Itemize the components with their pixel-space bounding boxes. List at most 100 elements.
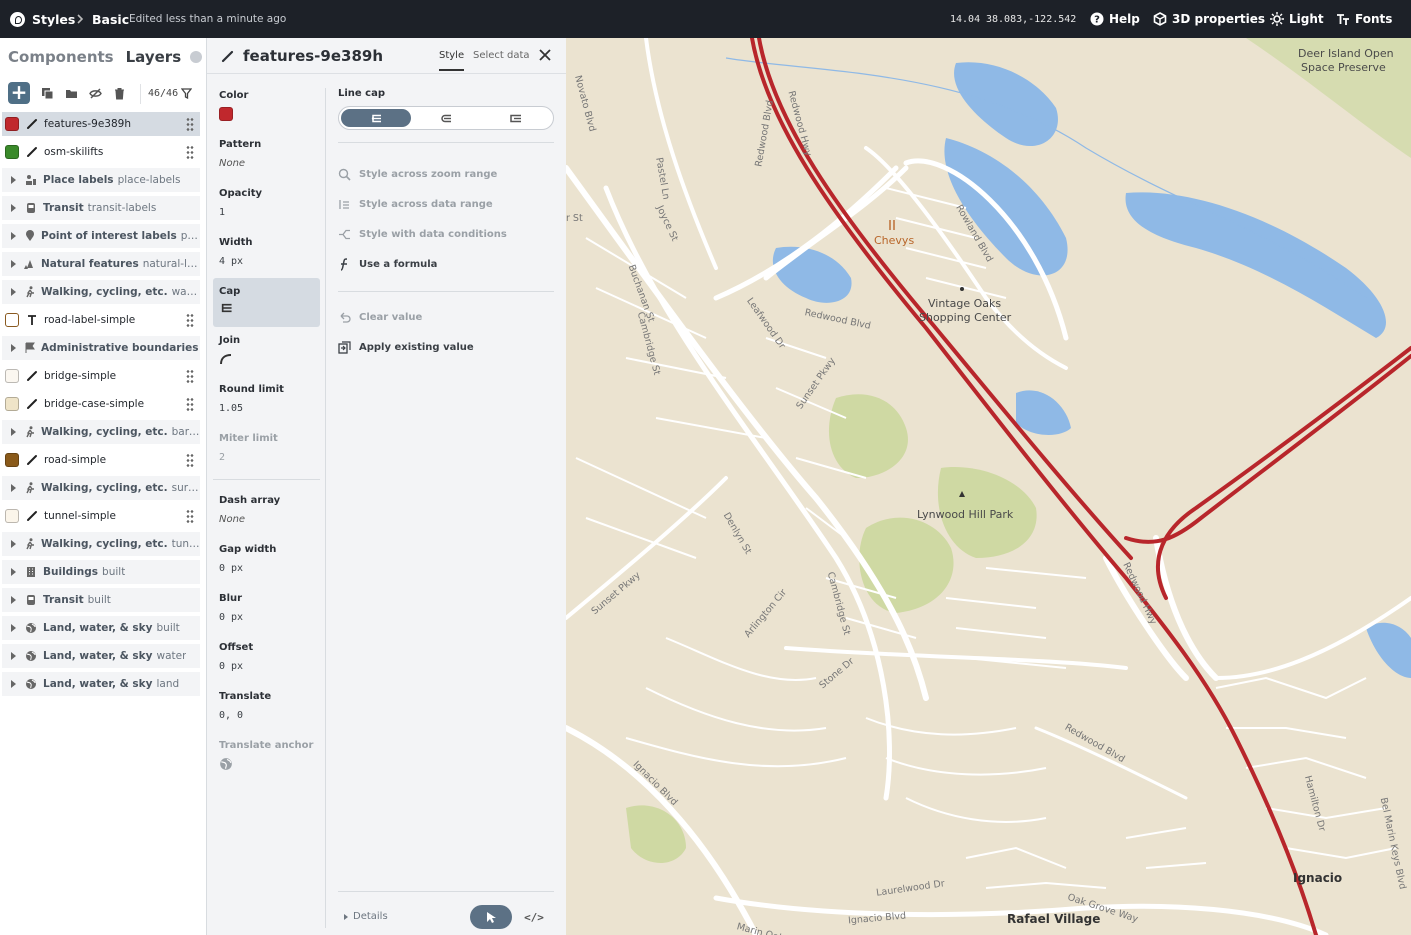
group-layers-button[interactable] <box>60 82 82 104</box>
property-gap-width[interactable]: Gap width 0 px <box>213 536 320 585</box>
action-use-a-formula[interactable]: Use a formula <box>338 249 554 279</box>
layer-group[interactable]: Walking, cycling, etc.tunnels <box>2 532 200 556</box>
style-name[interactable]: Basic <box>92 0 129 38</box>
drag-handle-icon[interactable] <box>186 397 194 411</box>
property-offset[interactable]: Offset 0 px <box>213 634 320 683</box>
layer-item[interactable]: bridge-simple <box>2 364 200 388</box>
drag-handle-icon[interactable] <box>186 145 194 159</box>
property-color[interactable]: Color <box>213 82 320 131</box>
layer-group[interactable]: Transit built <box>2 588 200 612</box>
duplicate-layer-button[interactable] <box>36 82 58 104</box>
mall-marker-icon <box>960 287 964 291</box>
style-actions: Style across zoom range Style across data… <box>338 159 554 279</box>
layer-group[interactable]: Land, water, & sky built <box>2 616 200 640</box>
layer-group[interactable]: Buildings built <box>2 560 200 584</box>
expand-triangle-icon[interactable] <box>11 568 16 576</box>
fonts-button[interactable]: Fonts <box>1336 0 1392 38</box>
expand-triangle-icon[interactable] <box>11 288 16 296</box>
property-join[interactable]: Join <box>213 327 320 376</box>
line-icon <box>25 369 39 383</box>
action-apply-existing-value[interactable]: Apply existing value <box>338 332 554 362</box>
tab-style[interactable]: Style <box>439 50 465 71</box>
add-layer-button[interactable]: + <box>8 82 30 104</box>
help-button[interactable]: ? Help <box>1090 0 1140 38</box>
cursor-icon <box>487 911 496 923</box>
property-dash-array[interactable]: Dash array None <box>213 487 320 536</box>
layer-group[interactable]: Walking, cycling, etc.walking-cycling-la… <box>2 280 200 304</box>
layer-group[interactable]: Land, water, & sky water <box>2 644 200 668</box>
details-toggle[interactable]: Details <box>344 911 388 922</box>
layer-item[interactable]: features-9e389h <box>2 112 200 136</box>
layer-group[interactable]: Natural featuresnatural-labels <box>2 252 200 276</box>
delete-layer-button[interactable] <box>108 82 130 104</box>
group-source: natural-labels <box>142 258 200 270</box>
expand-triangle-icon[interactable] <box>11 652 16 660</box>
property-blur[interactable]: Blur 0 px <box>213 585 320 634</box>
cap-square-option[interactable] <box>481 109 551 127</box>
styles-home-link[interactable]: Styles <box>10 0 75 38</box>
park-area <box>828 394 908 478</box>
layer-item[interactable]: road-simple <box>2 448 200 472</box>
property-cap[interactable]: Cap <box>213 278 320 327</box>
expand-triangle-icon[interactable] <box>11 680 16 688</box>
layer-item[interactable]: tunnel-simple <box>2 504 200 528</box>
light-button[interactable]: Light <box>1270 0 1324 38</box>
layer-item[interactable]: road-label-simple <box>2 308 200 332</box>
cap-round-option[interactable] <box>411 109 481 127</box>
undo-icon <box>338 311 359 324</box>
expand-triangle-icon[interactable] <box>11 624 16 632</box>
property-width[interactable]: Width 4 px <box>213 229 320 278</box>
code-view-button[interactable]: </> <box>520 905 548 929</box>
layer-item[interactable]: osm-skilifts <box>2 140 200 164</box>
property-pattern[interactable]: Pattern None <box>213 131 320 180</box>
property-translate[interactable]: Translate 0, 0 <box>213 683 320 732</box>
layer-group[interactable]: Land, water, & sky land <box>2 672 200 696</box>
cap-butt-option[interactable] <box>341 109 411 127</box>
color-swatch[interactable] <box>219 107 233 121</box>
tab-layers[interactable]: Layers <box>126 48 182 66</box>
expand-triangle-icon[interactable] <box>11 484 16 492</box>
map-canvas[interactable]: Deer Island Open Space Preserve Chevys Vint… <box>566 38 1411 935</box>
expand-triangle-icon[interactable] <box>11 260 16 268</box>
layer-title[interactable]: features-9e389h <box>243 47 383 65</box>
expand-triangle-icon[interactable] <box>11 344 16 352</box>
layers-toolbar: + 46/46 <box>8 81 200 105</box>
drag-handle-icon[interactable] <box>186 453 194 467</box>
drag-handle-icon[interactable] <box>186 117 194 131</box>
property-detail: Line cap Style across zoom range Style ac… <box>338 88 554 362</box>
property-value: 0 px <box>219 661 244 672</box>
expand-triangle-icon[interactable] <box>11 596 16 604</box>
layer-group[interactable]: Walking, cycling, etc.surface <box>2 476 200 500</box>
property-label: Translate anchor <box>219 740 314 751</box>
hide-layer-button[interactable] <box>84 82 106 104</box>
expand-triangle-icon[interactable] <box>11 232 16 240</box>
drag-handle-icon[interactable] <box>186 369 194 383</box>
tab-components[interactable]: Components <box>8 48 114 66</box>
detail-divider <box>338 142 554 143</box>
drag-handle-icon[interactable] <box>186 313 194 327</box>
close-icon[interactable] <box>538 48 552 62</box>
place-label: Deer Island Open <box>1298 47 1394 60</box>
layer-group[interactable]: Place labels place-labels <box>2 168 200 192</box>
property-translate-anchor[interactable]: Translate anchor <box>213 732 320 781</box>
pin-icon <box>24 229 36 243</box>
drag-handle-icon[interactable] <box>186 509 194 523</box>
action-label: Clear value <box>359 311 423 323</box>
expand-triangle-icon[interactable] <box>11 176 16 184</box>
layer-group[interactable]: Walking, cycling, etc.barriers-bridges <box>2 420 200 444</box>
property-opacity[interactable]: Opacity 1 <box>213 180 320 229</box>
property-miter-limit[interactable]: Miter limit 2 <box>213 425 320 474</box>
layer-group[interactable]: Transit transit-labels <box>2 196 200 220</box>
property-value: 1 <box>219 207 226 218</box>
layer-group[interactable]: Administrative boundariesadmin <box>2 336 200 360</box>
expand-triangle-icon[interactable] <box>11 204 16 212</box>
inspect-mode-button[interactable] <box>470 905 512 929</box>
expand-triangle-icon[interactable] <box>11 428 16 436</box>
tab-select-data[interactable]: Select data <box>473 50 530 61</box>
layer-count[interactable]: 46/46 <box>139 83 193 104</box>
3d-properties-button[interactable]: 3D properties <box>1153 0 1265 38</box>
expand-triangle-icon[interactable] <box>11 540 16 548</box>
layer-item[interactable]: bridge-case-simple <box>2 392 200 416</box>
layer-group[interactable]: Point of interest labelspoi-labels <box>2 224 200 248</box>
property-round-limit[interactable]: Round limit 1.05 <box>213 376 320 425</box>
